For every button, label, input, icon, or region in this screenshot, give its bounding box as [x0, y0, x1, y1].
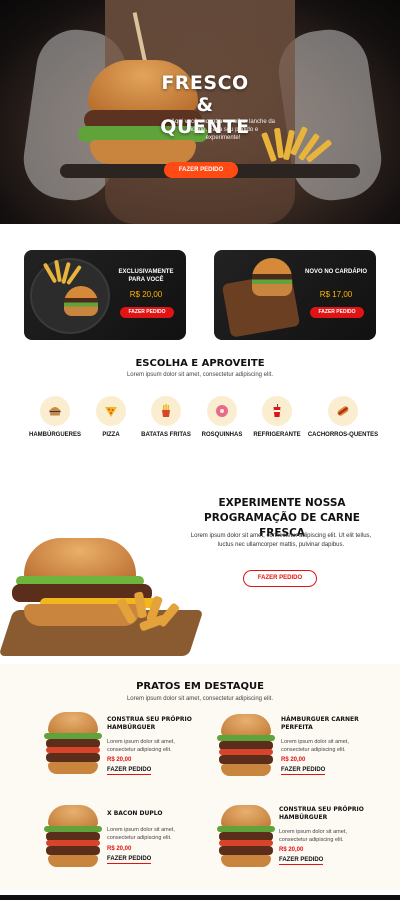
dish-price: R$ 20,00: [107, 846, 132, 852]
dish-order-link[interactable]: FAZER PEDIDO: [107, 767, 152, 775]
dish-price: R$ 20,00: [281, 757, 306, 763]
burger-icon: [49, 407, 61, 416]
dish-title: CONSTRUA SEU PRÓPRIO HAMBÚRGUER: [279, 806, 364, 821]
dishes-title: PRATOS EM DESTAQUE: [136, 681, 264, 692]
promo-price: R$ 17,00: [319, 290, 353, 299]
feature-order-button[interactable]: FAZER PEDIDO: [243, 570, 317, 587]
category-hotdogs[interactable]: CACHORROS-QUENTES: [306, 396, 380, 438]
dish-desc: Lorem ipsum dolor sit amet, consectetur …: [107, 827, 175, 841]
category-circle: [328, 396, 358, 426]
category-circle: [262, 396, 292, 426]
category-label: CACHORROS-QUENTES: [307, 432, 379, 438]
dish-image: [217, 805, 275, 869]
dish-desc: Lorem ipsum dolor sit amet, consectetur …: [107, 739, 175, 753]
categories-title: ESCOLHA E APROVEITE: [135, 358, 265, 369]
category-fries[interactable]: BATATAS FRITAS: [134, 396, 198, 438]
dish-desc: Lorem ipsum dolor sit amet, consectetur …: [281, 739, 349, 753]
hero-banner: FRESCO & QUENTE Aqui você encontra o mel…: [0, 0, 400, 224]
promo-title: NOVO NO CARDÁPIO: [304, 269, 367, 275]
dish-order-link[interactable]: FAZER PEDIDO: [279, 857, 324, 865]
dish-order-link[interactable]: FAZER PEDIDO: [107, 856, 152, 864]
category-circle: [151, 396, 181, 426]
promo-title: EXCLUSIVAMENTE PARA VOCÊ: [118, 269, 174, 283]
promo-price: R$ 20,00: [129, 290, 163, 299]
dish-title: CONSTRUA SEU PRÓPRIO HAMBÚRGUER: [107, 716, 192, 731]
category-burgers[interactable]: HAMBÚRGUERES: [23, 396, 87, 438]
soda-icon: [273, 404, 281, 417]
dishes-subtitle: Lorem ipsum dolor sit amet, consectetur …: [126, 696, 274, 702]
dish-image: [44, 712, 102, 776]
donut-icon: [216, 405, 228, 417]
footer-strip: [0, 895, 400, 900]
category-soda[interactable]: REFRIGERANTE: [245, 396, 309, 438]
hero-subtitle: Aqui você encontra o melhor lanche da ci…: [170, 119, 276, 141]
dish-price: R$ 20,00: [107, 757, 132, 763]
promo-card-exclusive: EXCLUSIVAMENTE PARA VOCÊ R$ 20,00 FAZER …: [24, 250, 186, 340]
dish-desc: Lorem ipsum dolor sit amet, consectetur …: [279, 829, 347, 843]
dish-image: [44, 805, 102, 869]
hero-burger-bun-bottom: [90, 140, 196, 164]
dish-image: [217, 714, 275, 778]
category-label: BATATAS FRITAS: [141, 432, 191, 438]
category-label: REFRIGERANTE: [253, 432, 301, 438]
category-circle: [207, 396, 237, 426]
fries-icon: [162, 404, 170, 417]
dish-title: HÁMBURGUER CARNER PERFEITA: [281, 716, 359, 731]
feature-title-line1: EXPERIMENTE NOSSA: [218, 497, 346, 509]
feature-fries: [116, 588, 188, 638]
promo-card-new: NOVO NO CARDÁPIO R$ 17,00 FAZER PEDIDO: [214, 250, 376, 340]
category-circle: [40, 396, 70, 426]
dish-price: R$ 20,00: [279, 847, 304, 853]
categories-subtitle: Lorem ipsum dolor sit amet, consectetur …: [126, 372, 274, 378]
pizza-icon: [105, 407, 117, 417]
category-circle: [96, 396, 126, 426]
dish-title: X BACON DUPLO: [107, 810, 163, 817]
promo-order-button[interactable]: FAZER PEDIDO: [120, 307, 174, 318]
promo-fries: [42, 259, 82, 286]
promo-burger: [252, 258, 292, 296]
hero-title-line1: FRESCO &: [161, 72, 249, 116]
hotdog-icon: [337, 406, 349, 416]
category-label: HAMBÚRGUERES: [28, 432, 81, 438]
hero-order-button[interactable]: FAZER PEDIDO: [164, 162, 238, 178]
promo-burger: [64, 286, 98, 316]
feature-text: Lorem ipsum dolor sit amet, consectetur …: [190, 533, 372, 548]
dish-order-link[interactable]: FAZER PEDIDO: [281, 767, 326, 775]
promo-order-button[interactable]: FAZER PEDIDO: [310, 307, 364, 318]
